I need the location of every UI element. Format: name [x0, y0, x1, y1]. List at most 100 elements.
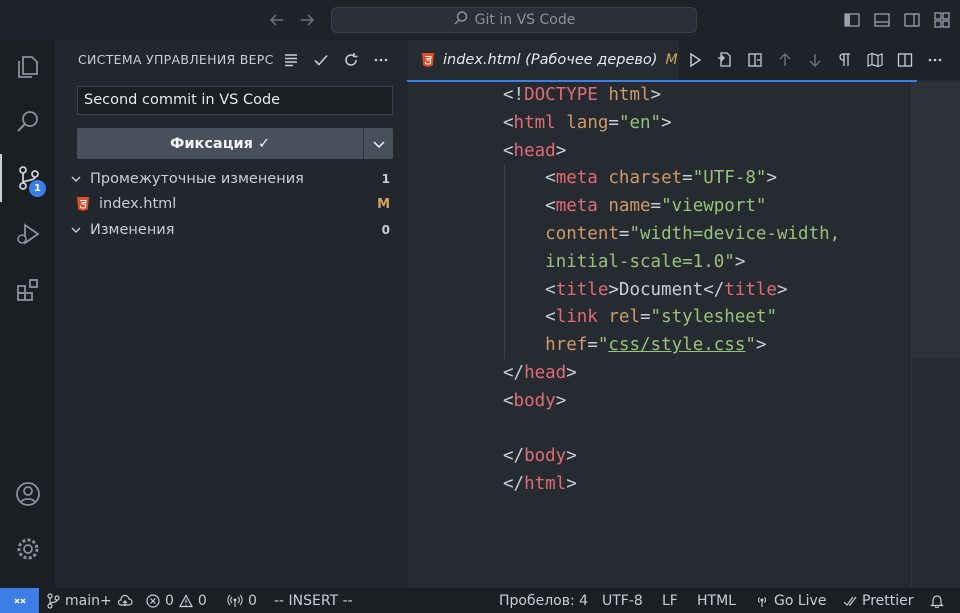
toggle-panel-icon[interactable]: [872, 10, 892, 30]
code-token: >: [766, 168, 778, 189]
warning-count: 0: [197, 592, 207, 609]
map-icon[interactable]: [865, 50, 885, 70]
code-line[interactable]: <title>Document</title>: [503, 276, 787, 304]
code-line[interactable]: <meta name="viewport": [503, 192, 766, 220]
accounts-icon[interactable]: [0, 470, 55, 518]
indentation-status[interactable]: Пробелов: 4: [499, 588, 588, 613]
code-token: head: [513, 140, 556, 161]
code-token: title: [724, 279, 777, 300]
code-line[interactable]: <!DOCTYPE html>: [503, 81, 661, 109]
scm-badge: 1: [29, 180, 46, 197]
more-actions-icon[interactable]: [925, 50, 945, 70]
commit-button[interactable]: Фиксация ✓: [77, 128, 365, 159]
code-token: title: [555, 279, 609, 300]
code-token: =: [587, 335, 598, 356]
warning-icon: [178, 593, 193, 607]
language-mode[interactable]: HTML: [697, 588, 736, 613]
code-line[interactable]: content="width=device-width,: [503, 220, 840, 248]
tab-index-html[interactable]: index.html (Рабочее дерево) M: [407, 40, 679, 80]
html5-file-icon: [76, 196, 99, 212]
code-token: >: [566, 474, 577, 495]
encoding-status[interactable]: UTF-8: [602, 588, 643, 613]
file-item-index-html[interactable]: index.html M: [55, 192, 407, 216]
code-line[interactable]: <html lang="en">: [503, 109, 672, 137]
tab-modified-mark: M: [665, 52, 678, 68]
arrow-down-icon[interactable]: [805, 50, 825, 70]
code-token: =: [682, 168, 693, 189]
search-icon[interactable]: [0, 98, 55, 146]
error-icon: [146, 593, 160, 608]
prettier-status[interactable]: Prettier: [843, 588, 914, 613]
staged-changes-header[interactable]: Промежуточные изменения 1: [55, 167, 407, 191]
code-token: <: [503, 307, 556, 328]
eol-status[interactable]: LF: [662, 588, 678, 613]
staged-count: 1: [381, 172, 390, 186]
arrow-left-icon[interactable]: [267, 10, 287, 30]
command-center-search[interactable]: Git in VS Code: [331, 7, 697, 33]
tab-bar: index.html (Рабочее дерево) M: [407, 40, 960, 80]
code-line[interactable]: </html>: [503, 470, 577, 498]
code-token: >: [661, 112, 672, 133]
toggle-primary-sidebar-icon[interactable]: [842, 10, 862, 30]
open-file-icon[interactable]: [715, 50, 735, 70]
problems-status[interactable]: 0 0: [146, 588, 207, 613]
source-control-icon[interactable]: 1: [0, 154, 55, 202]
source-control-sidebar: СИСТЕМА УПРАВЛЕНИЯ ВЕРСИЯМИ Second commi…: [55, 40, 407, 588]
status-bar: main+ 0 0 0 -- INSERT -- Пробелов: 4 UTF…: [0, 588, 960, 613]
code-line[interactable]: href="css/style.css">: [503, 331, 766, 359]
customize-layout-icon[interactable]: [932, 10, 952, 30]
explorer-icon[interactable]: [0, 43, 55, 91]
toggle-secondary-sidebar-icon[interactable]: [902, 10, 922, 30]
code-token: meta: [555, 196, 598, 217]
double-check-icon: [843, 596, 857, 606]
refresh-icon[interactable]: [341, 50, 361, 70]
arrow-right-icon[interactable]: [297, 10, 317, 30]
code-line[interactable]: <meta charset="UTF-8">: [503, 164, 777, 192]
html5-file-icon: [421, 52, 435, 68]
code-line[interactable]: initial-scale=1.0">: [503, 248, 745, 276]
code-line[interactable]: <head>: [503, 137, 566, 165]
extensions-icon[interactable]: [0, 266, 55, 314]
code-line[interactable]: <link rel="stylesheet": [503, 303, 777, 331]
commit-dropdown-button[interactable]: [364, 128, 393, 159]
changes-header[interactable]: Изменения 0: [55, 218, 407, 242]
changes-label: Изменения: [90, 222, 175, 238]
run-icon[interactable]: [685, 50, 705, 70]
commit-message-input[interactable]: Second commit in VS Code: [77, 86, 393, 115]
commit-check-icon[interactable]: [311, 50, 331, 70]
code-token: "width=device-width,: [629, 224, 841, 244]
ports-status[interactable]: 0: [227, 588, 257, 613]
error-count: 0: [165, 592, 174, 609]
minimap-slider[interactable]: [912, 82, 960, 358]
code-token: "en": [618, 112, 662, 133]
remote-indicator[interactable]: [0, 588, 39, 613]
branch-status[interactable]: main+: [46, 588, 133, 613]
tab-label: index.html (Рабочее дерево): [443, 52, 658, 68]
broadcast-icon: [757, 596, 767, 607]
code-token: <: [503, 196, 556, 217]
code-token: content: [545, 224, 619, 244]
code-token: <!: [503, 85, 525, 105]
more-actions-icon[interactable]: [371, 50, 391, 70]
code-token: >: [650, 85, 662, 105]
pilcrow-icon[interactable]: [835, 50, 855, 70]
code-token: html: [608, 85, 651, 105]
view-as-list-icon[interactable]: [281, 50, 301, 70]
code-line[interactable]: <body>: [503, 387, 566, 415]
code-line[interactable]: </head>: [503, 359, 577, 387]
run-debug-icon[interactable]: [0, 210, 55, 258]
code-token: body: [524, 446, 567, 467]
notifications-bell-icon[interactable]: [930, 588, 944, 613]
commit-button-group: Фиксация ✓: [77, 128, 393, 159]
split-editor-icon[interactable]: [895, 50, 915, 70]
minimap[interactable]: [911, 82, 960, 588]
go-live-button[interactable]: Go Live: [755, 588, 826, 613]
code-token: "UTF-8": [692, 168, 767, 189]
open-changes-icon[interactable]: [745, 50, 765, 70]
arrow-up-icon[interactable]: [775, 50, 795, 70]
code-line[interactable]: </body>: [503, 442, 577, 470]
manage-gear-icon[interactable]: [0, 525, 55, 573]
code-token: href: [545, 335, 588, 356]
